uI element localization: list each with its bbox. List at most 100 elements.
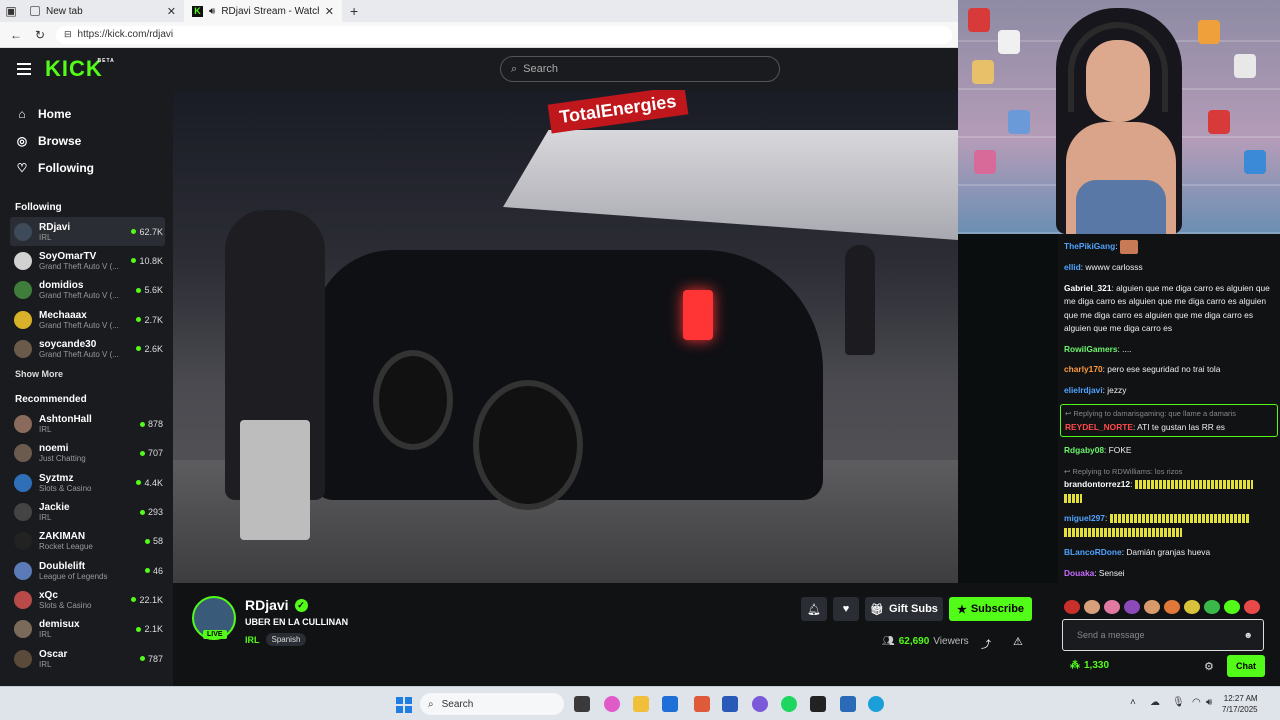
emoji-icon[interactable]: ☻: [1244, 630, 1253, 640]
channel-item[interactable]: soycande30 Grand Theft Auto V (... 2.6K: [0, 334, 173, 363]
emote-icon[interactable]: [1084, 600, 1100, 614]
sidebar-item-home[interactable]: ⌂ Home: [0, 100, 173, 127]
channel-item[interactable]: Jackie IRL 293: [0, 497, 173, 526]
discord-icon[interactable]: [752, 696, 768, 712]
category-link[interactable]: IRL: [245, 635, 260, 645]
channel-category: Grand Theft Auto V (...: [39, 261, 119, 271]
app-icon[interactable]: [694, 696, 710, 712]
store-icon[interactable]: [722, 696, 738, 712]
chevron-up-icon[interactable]: ˄: [1130, 697, 1136, 708]
cloud-icon[interactable]: ☁: [1150, 697, 1160, 708]
copilot-icon[interactable]: [604, 696, 620, 712]
sidebar-item-browse[interactable]: ◎ Browse: [0, 127, 173, 154]
gift-subs-button[interactable]: 🎁︎ Gift Subs: [865, 597, 943, 621]
spotify-icon[interactable]: [781, 696, 797, 712]
channel-item[interactable]: xQc Slots & Casino 22.1K: [0, 585, 173, 614]
channel-name: noemi: [39, 443, 69, 455]
channel-item[interactable]: RDjavi IRL 62.7K: [10, 217, 165, 247]
url-field[interactable]: ⊟ https://kick.com/rdjavi: [56, 25, 952, 44]
channel-item[interactable]: ZAKIMAN Rocket League 58: [0, 527, 173, 556]
stream-title: UBER EN LA CULLINAN: [245, 617, 349, 627]
taskbar-search[interactable]: ⌕ Search: [420, 693, 564, 715]
volume-icon[interactable]: 🔊︎: [1206, 697, 1212, 708]
channel-info: demisux IRL: [39, 619, 136, 639]
channel-item[interactable]: Mechaaax Grand Theft Auto V (... 2.7K: [0, 305, 173, 334]
emote-icon[interactable]: [1124, 600, 1140, 614]
toy: [968, 8, 990, 32]
clock[interactable]: 12:27 AM 7/17/2025: [1222, 693, 1258, 715]
menu-icon[interactable]: [17, 63, 31, 75]
show-more-link[interactable]: Show More: [0, 363, 173, 385]
task-view-icon[interactable]: [574, 696, 590, 712]
chat-username[interactable]: Douaka: [1064, 568, 1094, 578]
channel-item[interactable]: AshtonHall IRL 878: [0, 409, 173, 438]
outlook-icon[interactable]: [662, 696, 678, 712]
channel-info: soycande30 Grand Theft Auto V (...: [39, 339, 136, 359]
speaker-icon[interactable]: 🔊︎: [209, 6, 215, 17]
chat-send-button[interactable]: Chat: [1227, 655, 1265, 677]
live-badge: LIVE: [203, 630, 227, 639]
channel-item[interactable]: Syztmz Slots & Casino 4.4K: [0, 468, 173, 497]
chat-username[interactable]: Gabriel_321: [1064, 283, 1112, 293]
windows-start-icon[interactable]: [396, 697, 412, 713]
chat-username[interactable]: RowilGamers: [1064, 344, 1118, 354]
chat-username[interactable]: miguel297: [1064, 513, 1105, 523]
edge-icon[interactable]: [868, 696, 884, 712]
channel-item[interactable]: Doublelift League of Legends 46: [0, 556, 173, 585]
car-wheel: [473, 380, 583, 510]
tab-actions-icon[interactable]: ▣: [0, 4, 22, 18]
heart-icon: ♥: [842, 603, 850, 615]
streamer-name[interactable]: RDjavi: [245, 597, 289, 613]
sidebar-item-following[interactable]: ♡ Following: [0, 154, 173, 181]
tab-new[interactable]: New tab ✕: [22, 0, 184, 22]
chat-username[interactable]: REYDEL_NORTE: [1065, 422, 1133, 432]
chat-username[interactable]: BLancoRDone: [1064, 547, 1122, 557]
wifi-icon[interactable]: ◠: [1192, 697, 1201, 708]
chat-username[interactable]: brandontorrez12: [1064, 479, 1130, 489]
channel-item[interactable]: domidios Grand Theft Auto V (... 5.6K: [0, 276, 173, 305]
app-icon[interactable]: [840, 696, 856, 712]
site-info-icon[interactable]: ⊟: [64, 29, 72, 40]
channel-points[interactable]: ⁂ 1,330: [1070, 660, 1109, 671]
language-tag[interactable]: Spanish: [265, 633, 307, 646]
video-player[interactable]: TotalEnergies: [173, 90, 958, 583]
channel-item[interactable]: Oscar IRL 787: [0, 644, 173, 673]
reload-icon[interactable]: ↻: [32, 28, 48, 42]
emote-icon[interactable]: [1244, 600, 1260, 614]
new-tab-icon[interactable]: +: [342, 3, 366, 19]
emote-icon[interactable]: [1224, 600, 1240, 614]
app-icon[interactable]: [810, 696, 826, 712]
close-icon[interactable]: ✕: [325, 5, 334, 18]
emote-icon[interactable]: [1064, 600, 1080, 614]
microphone-icon[interactable]: 🎙︎: [1172, 697, 1185, 708]
emote-icon[interactable]: [1104, 600, 1120, 614]
tab-rdjavi[interactable]: K 🔊︎ RDjavi Stream - Watch Live o ✕: [184, 0, 342, 22]
channel-category: IRL: [39, 232, 52, 242]
chat-username[interactable]: ellid: [1064, 262, 1081, 272]
back-icon[interactable]: ←: [8, 28, 24, 42]
report-icon[interactable]: ⚠: [1013, 635, 1023, 648]
notification-button[interactable]: 🔔︎: [801, 597, 827, 621]
gear-icon[interactable]: ⚙: [1204, 660, 1214, 673]
kick-logo[interactable]: KICK BETA: [45, 56, 114, 82]
emote-icon[interactable]: [1164, 600, 1180, 614]
subscribe-button[interactable]: ★ Subscribe: [949, 597, 1032, 621]
emote-icon[interactable]: [1184, 600, 1200, 614]
emote-icon[interactable]: [1204, 600, 1220, 614]
close-icon[interactable]: ✕: [167, 5, 176, 18]
channel-category: Grand Theft Auto V (...: [39, 349, 119, 359]
follow-button[interactable]: ♥: [833, 597, 859, 621]
chat-username[interactable]: elielrdjavi: [1064, 385, 1103, 395]
chat-message-input[interactable]: Send a message ☻: [1062, 619, 1264, 651]
channel-item[interactable]: demisux IRL 2.1K: [0, 615, 173, 644]
share-icon[interactable]: ⤴: [981, 636, 991, 651]
channel-item[interactable]: noemi Just Chatting 707: [0, 439, 173, 468]
search-input[interactable]: ⌕ Search: [500, 56, 780, 82]
channel-category: IRL: [39, 513, 52, 523]
file-explorer-icon[interactable]: [633, 696, 649, 712]
channel-item[interactable]: SoyOmarTV Grand Theft Auto V (... 10.8K: [0, 246, 173, 275]
chat-username[interactable]: charly170: [1064, 364, 1103, 374]
chat-username[interactable]: ThePikiGang: [1064, 241, 1115, 251]
emote-icon[interactable]: [1144, 600, 1160, 614]
chat-username[interactable]: Rdgaby08: [1064, 445, 1104, 455]
